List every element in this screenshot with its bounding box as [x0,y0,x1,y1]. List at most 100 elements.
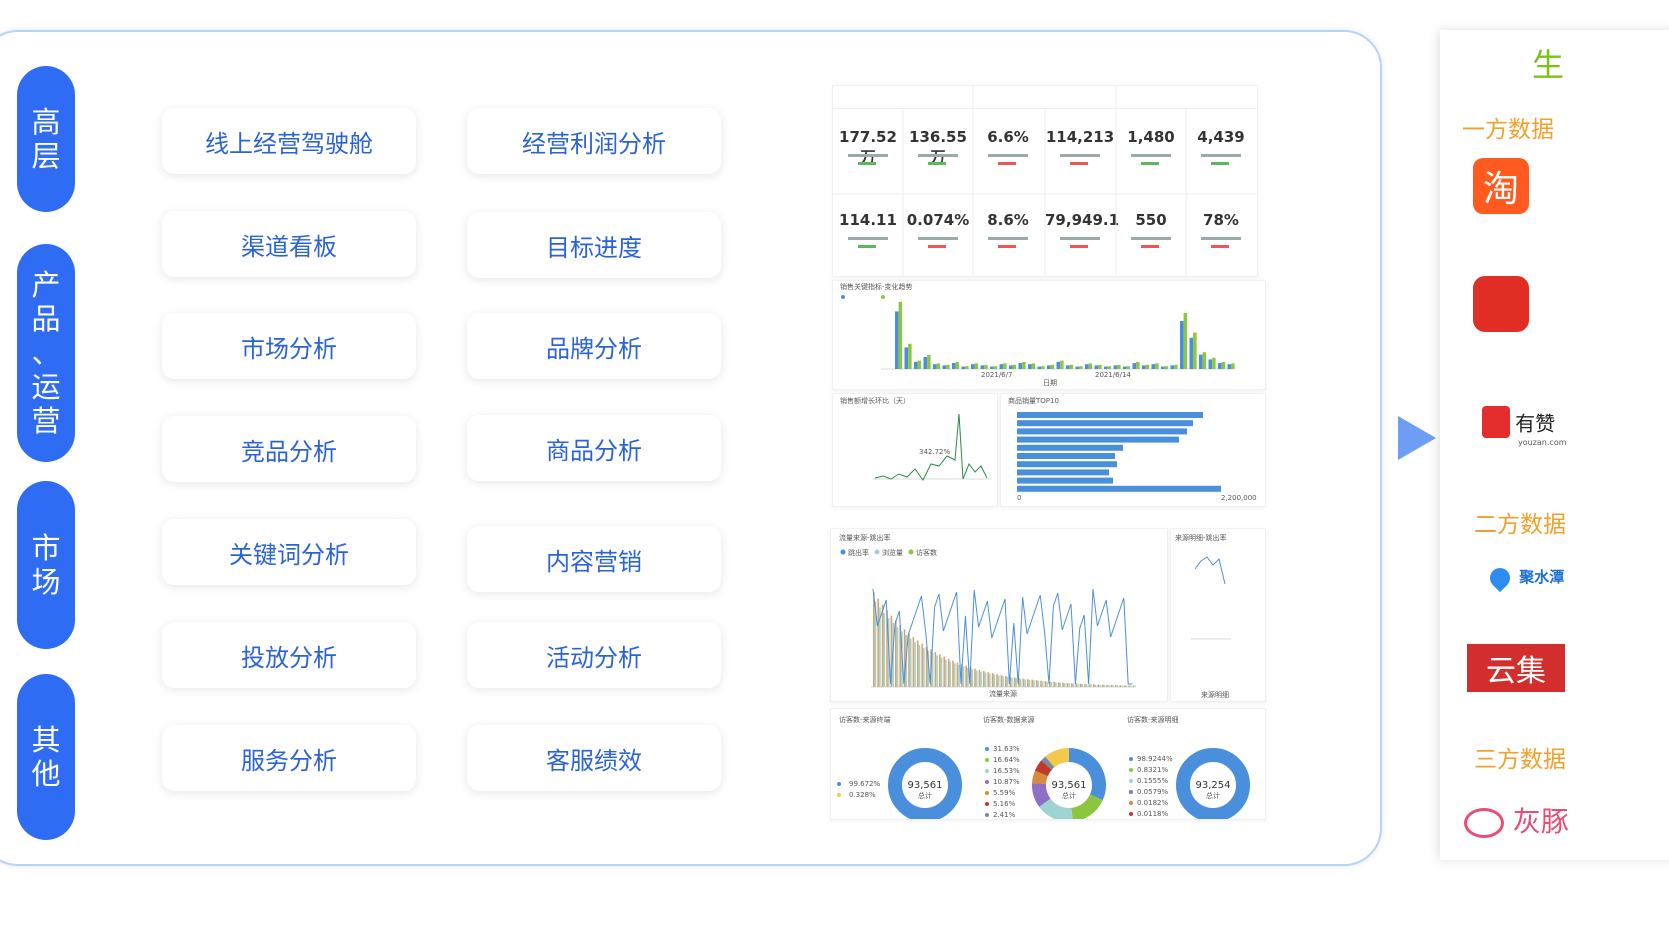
btn-service-analysis[interactable]: 服务分析 [162,725,416,791]
jushuitan-logo[interactable]: 聚水潭 [1485,563,1564,592]
trend-bar [1022,362,1026,369]
btn-competitor-analysis[interactable]: 竞品分析 [162,416,416,482]
btn-content-marketing[interactable]: 内容营销 [467,526,721,592]
trend-bar [1088,363,1093,369]
trend-date-2: 2021/6/14 [1095,371,1131,379]
btn-campaign-analysis[interactable]: 活动分析 [467,622,721,688]
youzan-sub: youzan.com [1518,438,1567,447]
btn-channel-board[interactable]: 渠道看板 [162,211,416,277]
taobao-icon[interactable]: 淘 [1473,158,1529,214]
btn-online-cockpit[interactable]: 线上经营驾驶舱 [162,108,416,174]
traffic-svg: 流量来源-跳出率 跳出率 浏览量 访客数 流量来源 [839,533,1136,698]
legend-label: 16.53% [993,767,1020,775]
traffic-bar [1044,681,1047,687]
traffic-bar [1066,682,1069,687]
top10-bars [1017,412,1221,492]
trend-bar [1208,359,1212,369]
traffic-bar [1062,682,1064,687]
trend-bar [1231,363,1235,369]
trend-bar [955,362,960,369]
trend-bar [1174,364,1178,369]
jushuitan-drop-icon [1485,563,1515,592]
trend-bar [1164,366,1169,369]
top10-bar [1017,412,1203,418]
tag-char: 场 [31,565,61,599]
tag-gaoceng[interactable]: 高 层 [17,66,75,212]
trend-bar [1161,366,1165,369]
traffic-bar [949,661,952,687]
traffic-bar [947,658,950,687]
btn-brand-analysis[interactable]: 品牌分析 [467,313,721,379]
traffic-bar [1050,682,1053,687]
btn-keyword-analysis[interactable]: 关键词分析 [162,519,416,585]
pinduoduo-icon[interactable] [1473,276,1529,332]
trend-bar [1041,366,1045,369]
top10-svg: 商品销量TOP10 0 2,200,000 [1008,396,1257,502]
trend-bar [952,363,956,369]
source-title: 来源明细-跳出率 [1175,533,1227,542]
traffic-bar [912,637,915,687]
traffic-bar [896,627,899,687]
traffic-bar [1116,685,1119,687]
trend-bar [984,364,988,369]
traffic-bar [1103,684,1106,687]
traffic-bar [980,671,982,687]
traffic-bar [918,645,921,687]
trend-bar [1123,366,1127,369]
legend-dot [985,780,989,784]
donut2-slice [1041,756,1055,770]
kpi-grid-lines [833,86,1257,276]
tag-char: 营 [31,404,61,438]
btn-market-analysis[interactable]: 市场分析 [162,313,416,379]
btn-product-analysis[interactable]: 商品分析 [467,415,721,481]
traffic-bar [1079,683,1082,687]
donut3-legend: 98.9244% 0.8321% 0.1555% 0.0579% 0.0182% 0.01… [1129,755,1173,818]
trend-bar [1136,362,1140,369]
btn-profit-analysis[interactable]: 经营利润分析 [467,108,721,174]
tag-char: 他 [31,757,61,791]
tag-market[interactable]: 市 场 [17,481,75,649]
traffic-bar [1022,678,1025,687]
traffic-bar [1053,681,1055,687]
trend-bar [1145,364,1150,369]
traffic-bar [940,657,943,687]
trend-bar [1151,364,1155,369]
top10-bar [1017,477,1113,484]
trend-bar [908,343,912,369]
btn-ad-analysis[interactable]: 投放分析 [162,622,416,688]
trend-bar [1126,366,1131,369]
traffic-bar [934,652,937,687]
donut2-slice [1032,770,1048,785]
trend-date-1: 2021/6/7 [981,371,1012,379]
top10-bar [1017,485,1221,492]
traffic-bar [952,660,954,687]
huitun-swirl-icon [1464,808,1504,838]
youzan-logo[interactable]: 有赞 youzan.com [1482,406,1567,447]
traffic-bar [923,648,925,687]
huitun-logo[interactable]: 灰豚 [1464,800,1569,840]
trend-bar [1037,366,1041,369]
traffic-bar [914,642,916,687]
donut1-legend: 0.328% [849,791,876,799]
tag-other[interactable]: 其 他 [17,674,75,840]
trend-bar [936,363,941,369]
btn-cs-performance[interactable]: 客服绩效 [467,725,721,791]
trend-bar [1193,332,1197,369]
trend-bar [1117,364,1121,369]
traffic-bar [1081,684,1084,687]
tag-product-ops[interactable]: 产 品 、 运 营 [17,244,75,462]
legend-label: 0.0579% [1137,788,1168,796]
traffic-bar [909,638,912,687]
trend-bar [927,355,931,369]
donut3-value: 93,254 [1196,780,1231,791]
traffic-bar [939,654,941,687]
traffic-bar [1106,684,1108,687]
trend-bar [1142,365,1146,369]
btn-target-progress[interactable]: 目标进度 [467,212,721,278]
trend-bar [1075,366,1079,369]
donut2-slice [1032,783,1051,807]
traffic-bar [978,669,981,687]
yunji-logo[interactable]: 云集 [1467,644,1565,692]
youzan-thumb-icon [1482,406,1510,438]
trend-bar [1066,365,1070,369]
